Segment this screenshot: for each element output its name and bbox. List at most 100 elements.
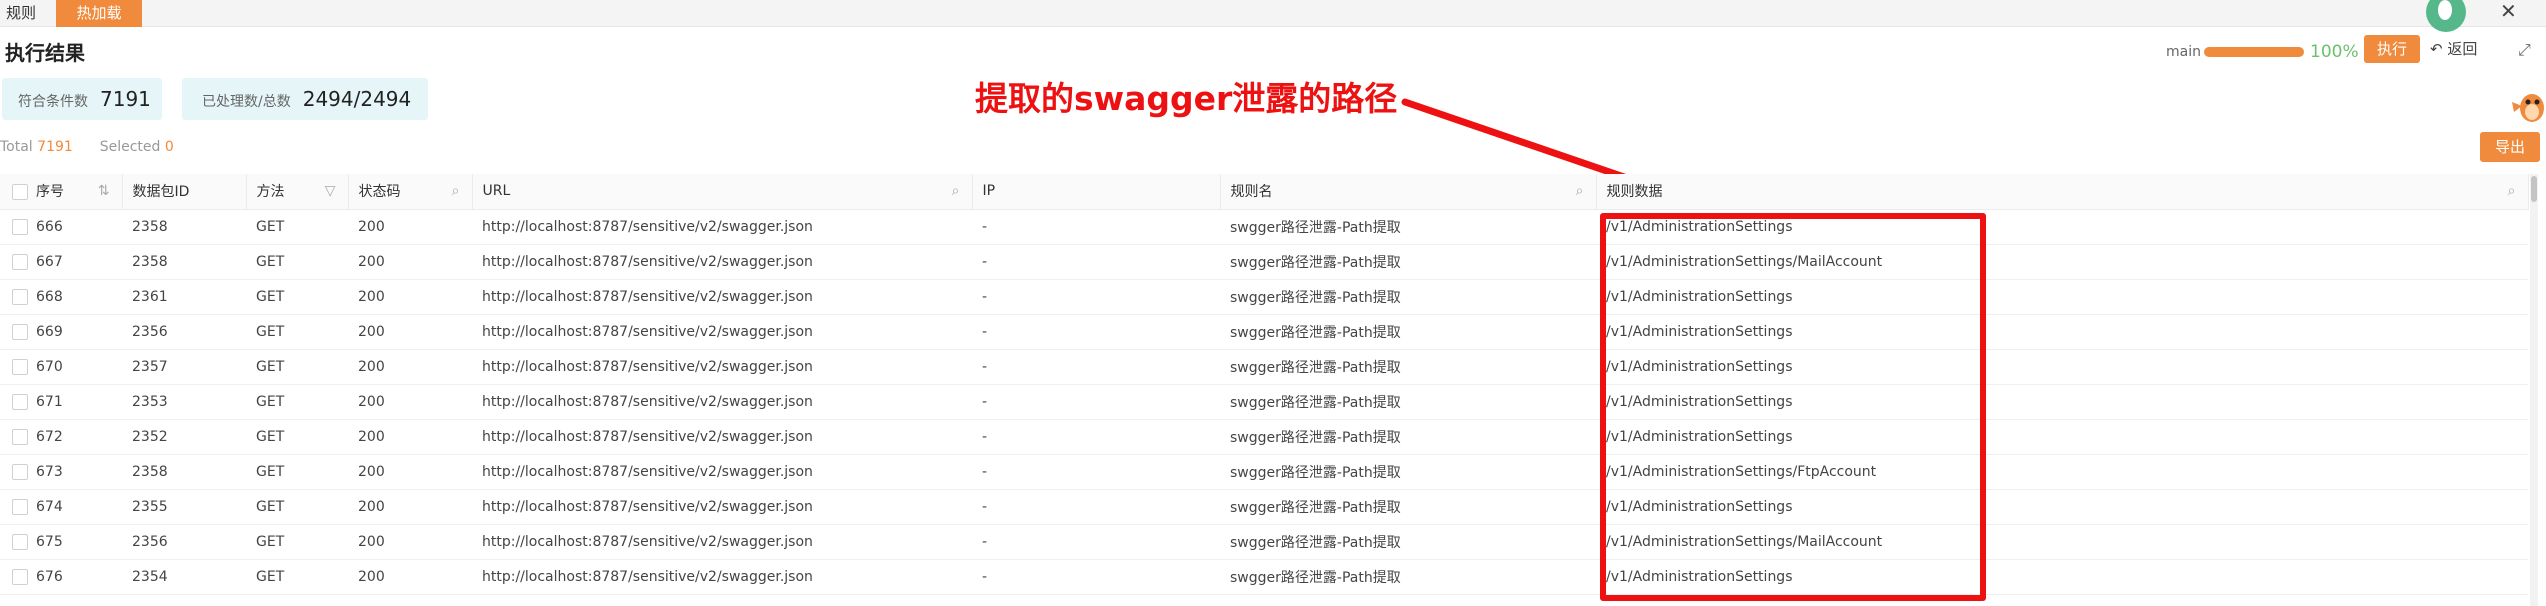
header-method[interactable]: 方法 ▽ [246,174,349,210]
row-ip: - [972,419,1220,455]
row-method: GET [246,489,348,525]
row-checkbox[interactable] [12,463,28,480]
row-checkbox[interactable] [12,358,28,375]
row-status-code: 200 [348,209,472,245]
row-checkbox[interactable] [12,253,28,270]
search-icon[interactable]: ⌕ [2508,183,2516,199]
row-checkbox[interactable] [12,218,28,235]
row-checkbox[interactable] [12,533,28,550]
row-method: GET [246,244,348,280]
header-url[interactable]: URL ⌕ [472,174,973,210]
row-packet-id: 2361 [122,279,246,315]
row-checkbox[interactable] [12,323,28,340]
row-packet-id: 2353 [122,384,246,420]
row-url: http://localhost:8787/sensitive/v2/swagg… [472,279,972,315]
row-seq: 669 [36,323,63,340]
table-row[interactable]: 668 2361 GET 200 http://localhost:8787/sensi… [0,279,2528,315]
table-row[interactable]: 672 2352 GET 200 http://localhost:8787/sensi… [0,419,2528,455]
row-seq: 674 [36,498,63,515]
row-rule-data: /v1/AdministrationSettings [1596,559,2528,595]
row-rule-name: swgger路径泄露-Path提取 [1220,209,1596,245]
table-row[interactable]: 670 2357 GET 200 http://localhost:8787/sensi… [0,349,2528,385]
row-packet-id: 2358 [122,454,246,490]
row-ip: - [972,524,1220,560]
row-method: GET [246,279,348,315]
header-status-code[interactable]: 状态码 ⌕ [348,174,473,210]
row-packet-id: 2356 [122,524,246,560]
row-checkbox[interactable] [12,288,28,305]
row-rule-data: /v1/AdministrationSettings [1596,349,2528,385]
filter-icon[interactable]: ▽ [325,183,336,199]
table-row[interactable]: 674 2355 GET 200 http://localhost:8787/sensi… [0,489,2528,525]
row-url: http://localhost:8787/sensitive/v2/swagg… [472,419,972,455]
row-ip: - [972,244,1220,280]
header-method-label: 方法 [256,184,285,201]
table-row[interactable]: 666 2358 GET 200 http://localhost:8787/sensi… [0,209,2528,245]
row-checkbox[interactable] [12,428,28,445]
search-icon[interactable]: ⌕ [952,183,960,199]
row-url: http://localhost:8787/sensitive/v2/swagg… [472,454,972,490]
row-status-code: 200 [348,419,472,455]
row-url: http://localhost:8787/sensitive/v2/swagg… [472,559,972,595]
row-rule-name: swgger路径泄露-Path提取 [1220,349,1596,385]
row-url: http://localhost:8787/sensitive/v2/swagg… [472,524,972,560]
export-button[interactable]: 导出 [2480,132,2540,162]
header-rule-name[interactable]: 规则名 ⌕ [1220,174,1597,210]
row-method: GET [246,209,348,245]
header-seq[interactable]: 序号 ⇅ [0,174,123,210]
row-rule-data: /v1/AdministrationSettings [1596,489,2528,525]
row-seq: 667 [36,253,63,270]
mascot-icon [2512,94,2544,122]
scrollbar-thumb[interactable] [2531,176,2537,202]
row-rule-name: swgger路径泄露-Path提取 [1220,314,1596,350]
row-ip: - [972,384,1220,420]
row-status-code: 200 [348,314,472,350]
row-method: GET [246,454,348,490]
row-status-code: 200 [348,244,472,280]
row-seq: 673 [36,463,63,480]
table-row[interactable]: 676 2354 GET 200 http://localhost:8787/sensi… [0,559,2528,595]
header-packet-id[interactable]: 数据包ID [122,174,247,210]
header-url-label: URL [482,183,511,200]
row-packet-id: 2358 [122,209,246,245]
row-rule-name: swgger路径泄露-Path提取 [1220,489,1596,525]
row-rule-data: /v1/AdministrationSettings/FtpAccount [1596,454,2528,490]
row-checkbox[interactable] [12,498,28,515]
row-url: http://localhost:8787/sensitive/v2/swagg… [472,489,972,525]
header-rule-data[interactable]: 规则数据 ⌕ [1596,174,2529,210]
row-checkbox[interactable] [12,568,28,585]
header-ip[interactable]: IP [972,174,1221,210]
row-ip: - [972,559,1220,595]
row-method: GET [246,314,348,350]
row-rule-data: /v1/AdministrationSettings [1596,419,2528,455]
row-packet-id: 2354 [122,559,246,595]
row-url: http://localhost:8787/sensitive/v2/swagg… [472,314,972,350]
table-row[interactable]: 675 2356 GET 200 http://localhost:8787/sensi… [0,524,2528,560]
row-rule-data: /v1/AdministrationSettings [1596,279,2528,315]
row-ip: - [972,314,1220,350]
sort-icon[interactable]: ⇅ [98,183,110,199]
table-header-row: 序号 ⇅ 数据包ID 方法 ▽ 状态码 ⌕ URL ⌕ IP 规则名 ⌕ 规则数据 ⌕ [0,174,2529,210]
row-seq: 675 [36,533,63,550]
row-ip: - [972,349,1220,385]
row-ip: - [972,279,1220,315]
row-rule-name: swgger路径泄露-Path提取 [1220,384,1596,420]
table-row[interactable]: 667 2358 GET 200 http://localhost:8787/sensi… [0,244,2528,280]
select-all-checkbox[interactable] [12,184,28,201]
search-icon[interactable]: ⌕ [1576,183,1584,199]
table-row[interactable]: 673 2358 GET 200 http://localhost:8787/sensi… [0,454,2528,490]
search-icon[interactable]: ⌕ [452,183,460,199]
vertical-scrollbar[interactable] [2530,174,2538,606]
table-row[interactable]: 669 2356 GET 200 http://localhost:8787/sensi… [0,314,2528,350]
row-ip: - [972,454,1220,490]
row-rule-data: /v1/AdministrationSettings/MailAccount [1596,524,2528,560]
row-checkbox[interactable] [12,393,28,410]
row-rule-name: swgger路径泄露-Path提取 [1220,419,1596,455]
results-table: 序号 ⇅ 数据包ID 方法 ▽ 状态码 ⌕ URL ⌕ IP 规则名 ⌕ 规则数据 ⌕ 66… [0,174,2529,595]
row-ip: - [972,209,1220,245]
row-url: http://localhost:8787/sensitive/v2/swagg… [472,349,972,385]
header-seq-label: 序号 [36,184,64,201]
row-url: http://localhost:8787/sensitive/v2/swagg… [472,209,972,245]
table-row[interactable]: 671 2353 GET 200 http://localhost:8787/sensi… [0,384,2528,420]
row-status-code: 200 [348,384,472,420]
